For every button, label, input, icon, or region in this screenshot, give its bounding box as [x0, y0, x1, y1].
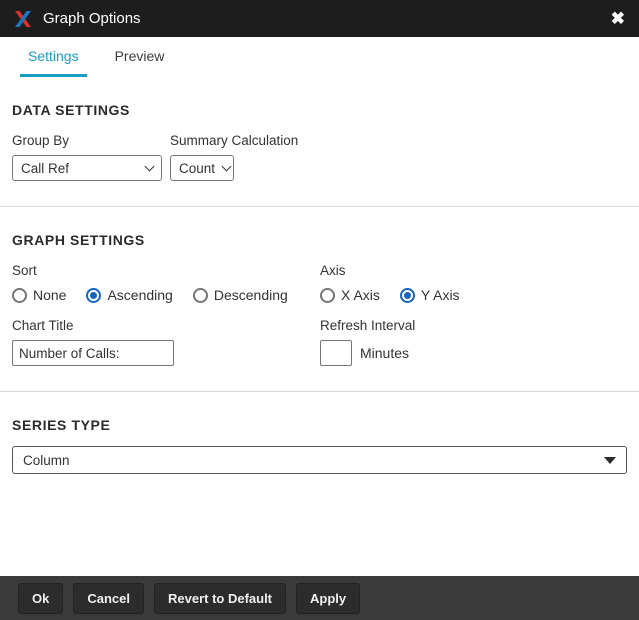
radio-sort-none[interactable]: None [12, 287, 66, 303]
radio-label: Ascending [107, 287, 172, 303]
radio-circle-icon [86, 288, 101, 303]
group-by-select[interactable]: Call Ref [12, 155, 162, 181]
radio-y-axis[interactable]: Y Axis [400, 287, 460, 303]
summary-calc-select[interactable]: Count [170, 155, 234, 181]
radio-circle-icon [320, 288, 335, 303]
radio-circle-icon [12, 288, 27, 303]
chart-title-input[interactable] [12, 340, 174, 366]
data-settings-heading: DATA SETTINGS [12, 102, 627, 118]
summary-calc-value: Count [179, 161, 215, 176]
radio-circle-icon [193, 288, 208, 303]
series-type-value: Column [23, 453, 70, 468]
chart-title-label: Chart Title [12, 318, 320, 333]
sort-radio-group: None Ascending Descending [12, 287, 320, 303]
radio-label: Descending [214, 287, 288, 303]
radio-label: Y Axis [421, 287, 460, 303]
refresh-interval-field: Refresh Interval Minutes [320, 303, 627, 366]
axis-group: Axis X Axis Y Axis [320, 248, 627, 303]
chevron-down-icon [145, 162, 155, 172]
refresh-interval-wrap: Minutes [320, 333, 627, 366]
series-type-select[interactable]: Column [12, 446, 627, 474]
dropdown-arrow-icon [604, 457, 616, 464]
minutes-suffix-label: Minutes [360, 345, 409, 361]
dialog-footer: Ok Cancel Revert to Default Apply [0, 576, 639, 620]
ok-button[interactable]: Ok [18, 583, 63, 614]
radio-x-axis[interactable]: X Axis [320, 287, 380, 303]
group-by-value: Call Ref [21, 161, 69, 176]
radio-circle-icon [400, 288, 415, 303]
refresh-interval-label: Refresh Interval [320, 318, 627, 333]
divider [0, 391, 639, 392]
chart-title-field: Chart Title [12, 303, 320, 366]
group-by-label: Group By [12, 133, 162, 148]
app-logo-x-icon [14, 10, 32, 28]
sort-axis-row: Sort None Ascending Descending [12, 248, 627, 303]
close-icon[interactable]: ✖ [611, 10, 625, 27]
data-settings-row: Group By Call Ref Summary Calculation Co… [12, 118, 627, 181]
dialog-title: Graph Options [43, 10, 141, 27]
radio-label: X Axis [341, 287, 380, 303]
tab-preview[interactable]: Preview [107, 37, 173, 77]
radio-label: None [33, 287, 66, 303]
chevron-down-icon [222, 162, 232, 172]
title-refresh-row: Chart Title Refresh Interval Minutes [12, 303, 627, 366]
divider [0, 206, 639, 207]
sort-group: Sort None Ascending Descending [12, 248, 320, 303]
refresh-interval-input[interactable] [320, 340, 352, 366]
axis-radio-group: X Axis Y Axis [320, 287, 627, 303]
graph-settings-heading: GRAPH SETTINGS [12, 232, 627, 248]
apply-button[interactable]: Apply [296, 583, 360, 614]
summary-calc-field: Summary Calculation Count [170, 118, 298, 181]
radio-sort-ascending[interactable]: Ascending [86, 287, 172, 303]
dialog-header: Graph Options ✖ [0, 0, 639, 37]
sort-label: Sort [12, 263, 320, 278]
tab-bar: Settings Preview [0, 37, 639, 77]
tab-settings[interactable]: Settings [20, 37, 87, 77]
radio-sort-descending[interactable]: Descending [193, 287, 288, 303]
axis-label: Axis [320, 263, 627, 278]
series-type-heading: SERIES TYPE [12, 417, 627, 433]
summary-calc-label: Summary Calculation [170, 133, 298, 148]
cancel-button[interactable]: Cancel [73, 583, 144, 614]
dialog-content: DATA SETTINGS Group By Call Ref Summary … [0, 77, 639, 576]
revert-to-default-button[interactable]: Revert to Default [154, 583, 286, 614]
group-by-field: Group By Call Ref [12, 118, 162, 181]
graph-options-dialog: Graph Options ✖ Settings Preview DATA SE… [0, 0, 639, 620]
